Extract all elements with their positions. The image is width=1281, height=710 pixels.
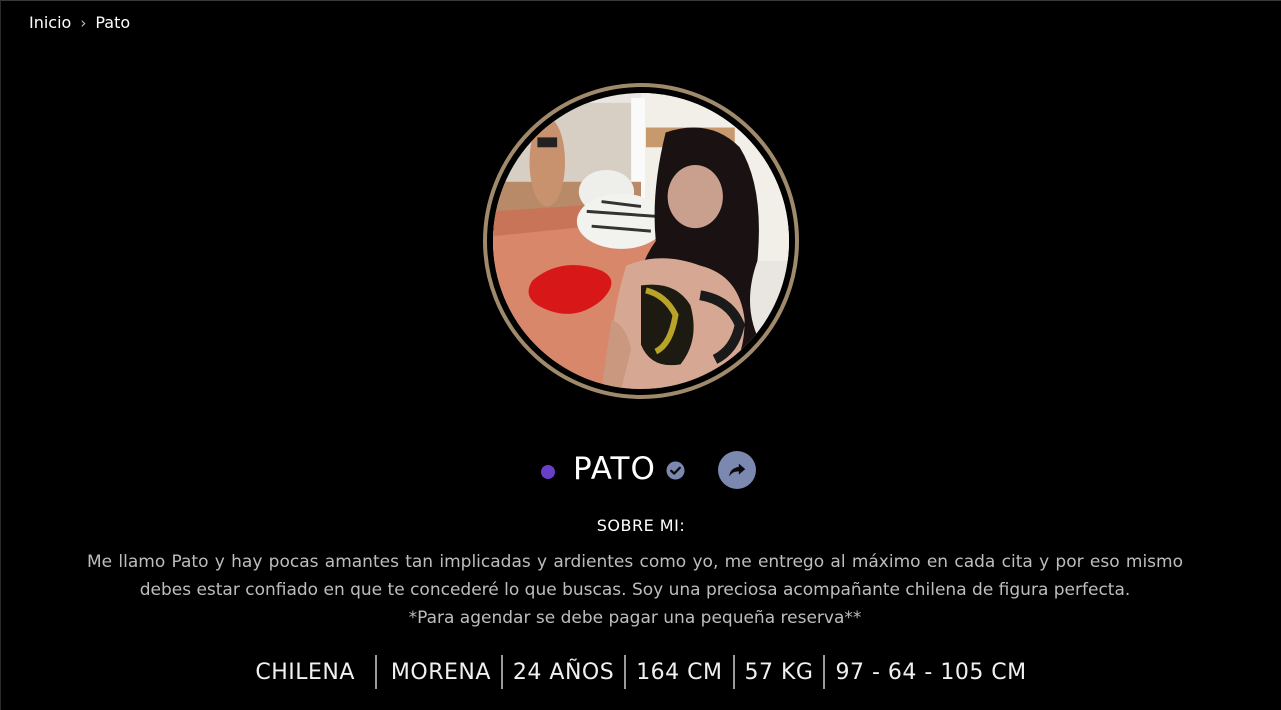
attribute-measurements: 97 - 64 - 105 CM	[823, 655, 1036, 689]
about-title: SOBRE MI:	[596, 516, 686, 535]
profile-name-row: PATO	[1, 449, 1281, 493]
profile-photo-frame	[483, 83, 799, 399]
about-note: *Para agendar se debe pagar una pequeña …	[408, 608, 862, 628]
online-status-dot	[541, 465, 555, 479]
profile-photo[interactable]	[493, 93, 789, 389]
breadcrumb: Inicio › Pato	[29, 13, 130, 32]
about-paragraph: Me llamo Pato y hay pocas amantes tan im…	[87, 552, 1183, 600]
profile-name: PATO	[573, 451, 656, 487]
attribute-height: 164 CM	[624, 655, 732, 689]
share-button[interactable]	[718, 451, 756, 489]
breadcrumb-current: Pato	[95, 13, 131, 32]
check-circle-icon	[666, 461, 685, 480]
attribute-age: 24 AÑOS	[500, 655, 624, 689]
profile-attributes: CHILENA MORENA 24 AÑOS 164 CM 57 KG 97 -…	[1, 655, 1281, 689]
about-description: Me llamo Pato y hay pocas amantes tan im…	[87, 548, 1183, 632]
attribute-complexion: MORENA	[374, 655, 501, 689]
share-arrow-icon	[729, 463, 746, 477]
attribute-nationality: CHILENA	[255, 660, 355, 685]
attribute-weight: 57 KG	[732, 655, 824, 689]
breadcrumb-separator: ›	[80, 13, 87, 32]
breadcrumb-home-link[interactable]: Inicio	[29, 13, 71, 32]
